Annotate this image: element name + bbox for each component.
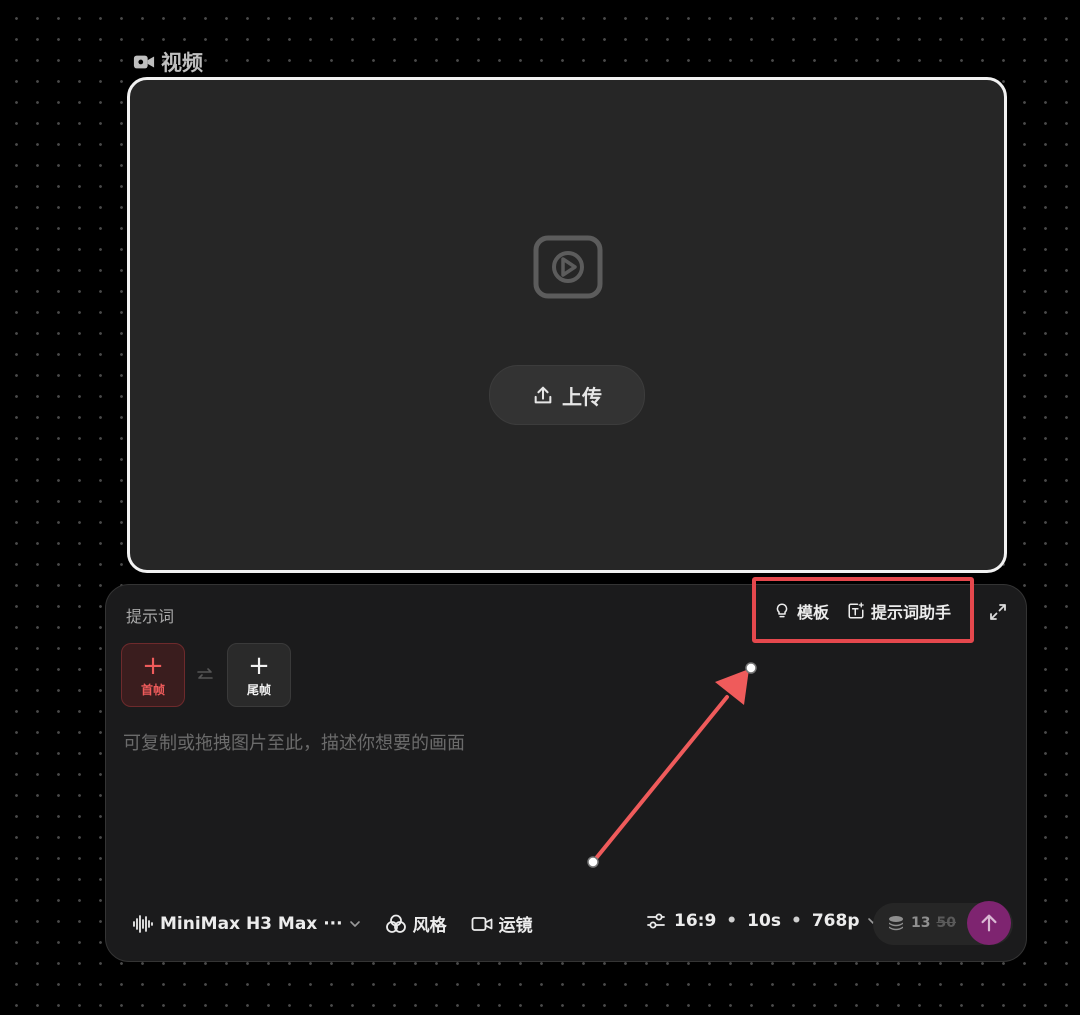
last-frame-button[interactable]: + 尾帧 — [227, 643, 291, 707]
credits-cost: 13 50 — [887, 915, 956, 931]
generate-button[interactable] — [967, 901, 1011, 945]
first-frame-button[interactable]: + 首帧 — [121, 643, 185, 707]
resolution: 768p — [811, 911, 860, 931]
video-upload-area[interactable]: 上传 — [127, 77, 1007, 573]
camera-icon — [471, 916, 492, 931]
sliders-icon — [647, 913, 665, 929]
upload-button[interactable]: 上传 — [489, 365, 645, 425]
arrow-up-icon — [981, 914, 997, 932]
model-name: MiniMax H3 Max ··· — [160, 913, 343, 934]
duration: 10s — [747, 911, 781, 931]
swap-icon[interactable] — [195, 667, 215, 683]
coins-stack-icon — [889, 916, 903, 931]
credits-original: 50 — [936, 915, 956, 931]
camera-label: 运镜 — [498, 916, 533, 936]
generation-options: MiniMax H3 Max ··· 风格 运镜 — [132, 911, 533, 936]
credits-value: 13 — [911, 915, 931, 931]
prompt-input[interactable] — [121, 727, 1005, 881]
expand-icon[interactable] — [988, 602, 1008, 622]
audio-wave-icon — [133, 914, 153, 933]
style-circles-icon — [385, 914, 406, 933]
camera-movement-button[interactable]: 运镜 — [471, 911, 533, 936]
video-camera-icon — [133, 55, 155, 69]
video-node-label: 视频 — [133, 47, 203, 77]
video-node-title: 视频 — [161, 51, 203, 75]
separator-dot: • — [726, 911, 738, 931]
style-button[interactable]: 风格 — [385, 911, 447, 936]
upload-icon — [534, 386, 552, 404]
generate-controls: 13 50 — [873, 901, 1013, 945]
separator-dot: • — [790, 911, 802, 931]
annotation-highlight-box — [752, 577, 974, 643]
plus-icon: + — [248, 650, 270, 681]
first-frame-label: 首帧 — [140, 682, 165, 697]
output-settings-button[interactable]: 16:9 • 10s • 768p — [646, 911, 879, 931]
prompt-title: 提示词 — [126, 607, 175, 626]
play-icon — [533, 235, 603, 299]
style-label: 风格 — [412, 916, 447, 936]
aspect-ratio: 16:9 — [674, 911, 717, 931]
plus-icon: + — [142, 650, 164, 681]
last-frame-label: 尾帧 — [246, 682, 271, 697]
model-select[interactable]: MiniMax H3 Max ··· — [132, 914, 361, 934]
upload-label: 上传 — [562, 384, 602, 409]
chevron-down-icon — [349, 920, 360, 927]
